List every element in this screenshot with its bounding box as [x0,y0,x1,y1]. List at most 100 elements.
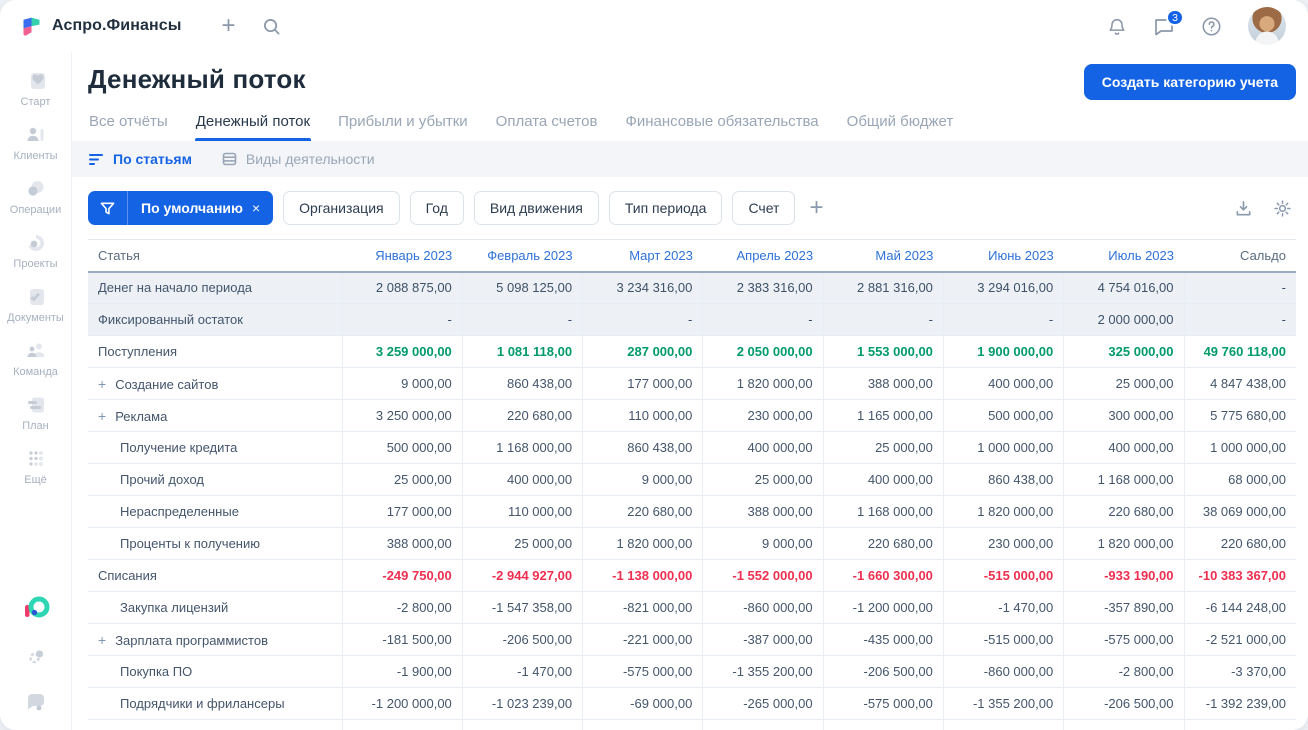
cell-value: -2 521 000,00 [1183,623,1296,656]
tab-general-budget[interactable]: Общий бюджет [846,109,955,141]
tab-profit-loss[interactable]: Прибыли и убытки [337,109,469,141]
tab-financial-obligations[interactable]: Финансовые обязательства [624,109,819,141]
table-row: Прочий доход 25 000,00 400 000,00 9 000,00 2… [88,463,1296,496]
cell-value: - [822,303,944,336]
search-button[interactable] [262,17,281,36]
settings-bottom-button[interactable] [24,646,48,668]
cell-value: -1 138 000,00 [582,559,703,592]
view-by-activity[interactable]: Виды деятельности [222,151,375,167]
cell-value: -1 547 358,00 [461,591,583,624]
partner-logo-icon [21,596,51,622]
export-button[interactable] [1234,199,1253,218]
row-label: Получение кредита [88,431,342,464]
cell-value: -575 000,00 [582,655,703,688]
sidebar-item-label: Команда [13,366,58,378]
column-header-month[interactable]: Январь 2023 [342,239,463,273]
expand-icon[interactable]: + [98,408,106,424]
cell-value: 400 000,00 [702,431,824,464]
view-by-items[interactable]: По статьям [89,151,192,167]
funnel-icon [88,191,128,225]
help-button[interactable] [1201,16,1222,37]
user-avatar[interactable] [1248,7,1286,45]
column-header-month[interactable]: Февраль 2023 [462,239,583,273]
active-filter-pill[interactable]: По умолчанию × [88,191,274,225]
row-label: Проценты к получению [88,527,342,560]
cell-value: -2 800,00 [341,591,463,624]
sidebar-item-operations[interactable]: Операции [0,170,71,224]
table-row: Поступления 3 259 000,00 1 081 118,00 287 0… [88,335,1296,368]
cell-value: -860 000,00 [702,719,824,730]
cell-value: -2 800,00 [1063,655,1184,688]
expand-icon[interactable]: + [98,632,106,648]
messages-button[interactable]: 3 [1153,9,1184,36]
cell-value: 4 847 438,00 [1183,367,1296,400]
sidebar-item-plan[interactable]: План [0,386,71,440]
table-head-row: Статья Январь 2023 Февраль 2023 Март 2023 А… [88,239,1296,273]
cell-value: -2 944 927,00 [461,559,583,592]
documents-icon [24,286,48,308]
table-row: + Зарплата программистов -181 500,00 -206 5… [88,623,1296,656]
cell-value: 2 050 000,00 [702,335,824,368]
cell-value: 220 680,00 [822,527,944,560]
main-content: Денежный поток Создать категорию учета В… [72,52,1308,730]
table-row: Закупка лицензий -2 800,00 -1 547 358,00 -8… [88,591,1296,624]
table-row: Фиксированный остаток - - - - - -2 000 000,00- [88,303,1296,336]
notifications-button[interactable] [1107,16,1127,37]
partner-logo-button[interactable] [21,596,51,622]
sidebar-item-start[interactable]: Старт [0,62,71,116]
tab-cash-flow[interactable]: Денежный поток [194,109,312,141]
create-category-button[interactable]: Создать категорию учета [1083,64,1296,100]
cell-value: -357 890,00 [1063,719,1184,730]
row-label: +Зарплата программистов [88,623,342,656]
sidebar-item-team[interactable]: Команда [0,332,71,386]
expand-icon[interactable]: + [98,376,106,392]
sidebar-item-label: Старт [20,96,51,108]
cell-value: 3 250 000,00 [341,399,463,432]
cell-value: 5 775 680,00 [1183,399,1296,432]
download-icon [1234,199,1253,218]
add-filter-button[interactable]: + [805,196,827,220]
rows-stack-icon [222,152,238,166]
cell-value: -387 000,00 [702,623,824,656]
create-plus-button[interactable]: + [221,14,235,38]
column-header-month[interactable]: Апрель 2023 [702,239,824,273]
row-label: Нераспределенные [88,495,342,528]
cell-value: 9 000,00 [582,463,703,496]
filter-account[interactable]: Счет [732,191,796,225]
cell-value: 110 000,00 [582,399,703,432]
cell-value: 4 754 016,00 [1063,271,1184,304]
cell-value: -1 470,00 [942,591,1064,624]
cell-value: 9 000,00 [702,527,824,560]
table-row: Денег на начало периода 2 088 875,00 5 098… [88,271,1296,304]
cell-value: -1 023 239,00 [461,687,583,720]
sidebar-item-projects[interactable]: Проекты [0,224,71,278]
cell-value: 230 000,00 [702,399,824,432]
filter-period-type[interactable]: Тип периода [608,191,723,225]
cell-value: 1 165 000,00 [822,399,944,432]
cell-value: - [461,303,583,336]
cell-value: 1 168 000,00 [1063,463,1184,496]
report-tabs: Все отчёты Денежный поток Прибыли и убыт… [88,109,1296,141]
top-bar: Аспро.Финансы + 3 [0,0,1308,52]
filter-organization[interactable]: Организация [283,191,400,225]
cell-value: 1 820 000,00 [702,367,824,400]
column-header-month[interactable]: Март 2023 [582,239,703,273]
feedback-button[interactable] [24,692,48,714]
filter-year[interactable]: Год [409,191,464,225]
filter-movement-type[interactable]: Вид движения [473,191,599,225]
column-header-month[interactable]: Май 2023 [823,239,944,273]
column-header-month[interactable]: Июль 2023 [1063,239,1184,273]
cell-value: 400 000,00 [942,367,1064,400]
table-settings-button[interactable] [1273,199,1292,218]
tab-all-reports[interactable]: Все отчёты [88,109,169,141]
tab-invoice-payment[interactable]: Оплата счетов [495,109,599,141]
sidebar: Старт Клиенты Операции Проекты Документы [0,52,72,730]
sidebar-item-clients[interactable]: Клиенты [0,116,71,170]
projects-icon [24,232,48,254]
cell-value: -69 000,00 [582,687,703,720]
clear-filter-icon[interactable]: × [252,200,260,216]
cell-value: 1 820 000,00 [942,495,1064,528]
sidebar-item-documents[interactable]: Документы [0,278,71,332]
column-header-month[interactable]: Июнь 2023 [943,239,1064,273]
sidebar-item-more[interactable]: Ещё [0,440,71,494]
